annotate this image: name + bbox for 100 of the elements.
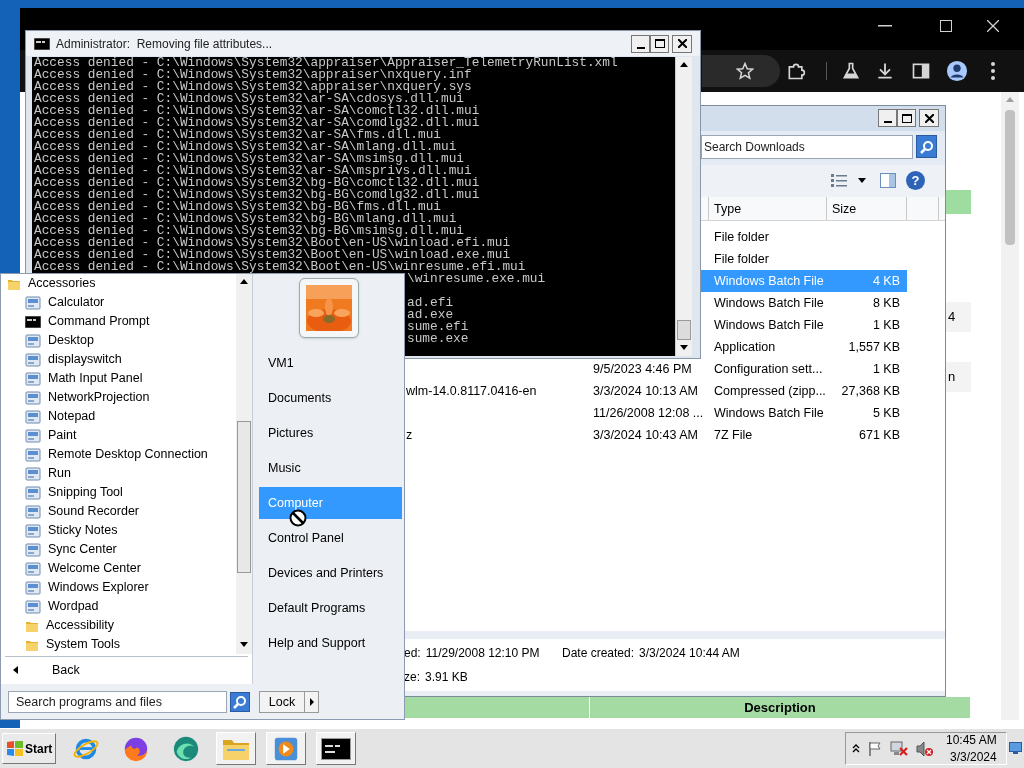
start-button[interactable]: Start <box>2 733 56 764</box>
view-list-icon[interactable] <box>831 174 847 187</box>
show-desktop-icon[interactable] <box>1009 742 1022 754</box>
menu-item[interactable]: Help and Support <box>259 627 402 659</box>
network-error-icon[interactable] <box>890 740 908 757</box>
search-field[interactable]: Search programs and files <box>8 690 227 713</box>
side-panel-icon[interactable] <box>911 61 931 81</box>
shutdown-options-button[interactable] <box>305 690 319 713</box>
column-header[interactable]: Type <box>709 197 827 220</box>
table-cell[interactable]: Application <box>701 336 827 358</box>
speaker-muted-icon[interactable] <box>916 740 934 757</box>
table-cell[interactable]: 5 KB <box>827 402 907 424</box>
table-cell[interactable]: Compressed (zipp... <box>701 380 827 402</box>
table-cell[interactable]: File folder <box>701 248 827 270</box>
menu-item[interactable]: Control Panel <box>259 522 402 554</box>
table-cell[interactable]: 11/26/2008 12:08 ... <box>591 402 701 424</box>
caret-icon[interactable] <box>858 178 866 183</box>
program-label[interactable]: Accessibility <box>46 616 115 635</box>
clock-date[interactable]: 3/3/2024 <box>950 748 997 766</box>
program-label[interactable]: Remote Desktop Connection <box>48 445 208 464</box>
table-cell[interactable]: 9/5/2023 4:46 PM <box>591 358 701 380</box>
table-cell[interactable]: 671 KB <box>827 424 907 446</box>
menu-item[interactable]: Devices and Printers <box>259 557 402 589</box>
program-label[interactable]: Notepad <box>48 407 96 426</box>
download-icon[interactable] <box>875 61 895 81</box>
maximize-icon[interactable] <box>940 20 952 32</box>
search-button[interactable] <box>230 691 250 712</box>
program-label[interactable]: Wordpad <box>48 597 99 616</box>
table-cell[interactable]: Windows Batch File <box>701 314 827 336</box>
program-label[interactable]: System Tools <box>46 635 121 654</box>
program-label[interactable]: Sync Center <box>48 540 117 559</box>
chevron-up-icon[interactable] <box>852 744 860 753</box>
table-cell[interactable]: File folder <box>701 226 827 248</box>
table-cell[interactable]: Windows Batch File <box>701 402 827 424</box>
flag-icon[interactable] <box>868 741 882 756</box>
help-button[interactable]: ? <box>906 171 925 190</box>
lock-button[interactable]: Lock <box>259 690 305 713</box>
minimize-button[interactable] <box>878 109 897 127</box>
menu-item[interactable]: Pictures <box>259 417 402 449</box>
scroll-up-arrow-icon[interactable] <box>240 279 248 284</box>
menu-item[interactable]: Music <box>259 452 402 484</box>
program-label[interactable]: Snipping Tool <box>48 483 123 502</box>
search-button[interactable] <box>916 135 937 158</box>
clock-time[interactable]: 10:45 AM <box>946 731 997 749</box>
menu-item[interactable]: Default Programs <box>259 592 402 624</box>
program-label[interactable]: Calculator <box>48 293 105 312</box>
close-button[interactable] <box>672 34 692 53</box>
column-header[interactable]: Size <box>827 197 907 220</box>
minimize-button[interactable] <box>631 34 650 53</box>
back-button[interactable]: Back <box>1 657 252 683</box>
program-label[interactable]: Windows Explorer <box>48 578 149 597</box>
scrollbar[interactable] <box>675 57 692 356</box>
program-label[interactable]: Sound Recorder <box>48 502 140 521</box>
table-cell[interactable]: 1 KB <box>827 314 907 336</box>
address-bar[interactable] <box>702 55 780 87</box>
table-cell[interactable]: 1 KB <box>827 358 907 380</box>
scroll-down-arrow-icon[interactable] <box>240 642 248 647</box>
scroll-down-arrow-icon[interactable] <box>680 345 688 350</box>
table-cell[interactable]: 8 KB <box>827 292 907 314</box>
preview-pane-icon[interactable] <box>880 173 896 188</box>
table-cell[interactable]: wlm-14.0.8117.0416-en <box>401 380 591 402</box>
scrollbar-thumb[interactable] <box>237 421 251 573</box>
scroll-up-arrow-icon[interactable] <box>680 62 688 67</box>
table-cell[interactable]: 7Z File <box>701 424 827 446</box>
scrollbar[interactable] <box>236 274 252 654</box>
scrollbar-thumb[interactable] <box>1005 110 1015 245</box>
search-field[interactable]: Search Downloads <box>701 135 913 159</box>
more-menu-icon[interactable] <box>990 61 996 81</box>
program-label[interactable]: Run <box>48 464 71 483</box>
star-icon[interactable] <box>736 62 754 80</box>
menu-item[interactable]: Documents <box>259 382 402 414</box>
table-cell[interactable]: Windows Batch File <box>701 292 827 314</box>
table-cell[interactable]: 3/3/2024 10:43 AM <box>591 424 701 446</box>
table-cell[interactable]: z <box>401 424 591 446</box>
scrollbar-thumb[interactable] <box>677 320 691 340</box>
table-cell[interactable]: 3/3/2024 10:13 AM <box>591 380 701 402</box>
puzzle-icon[interactable] <box>786 61 806 81</box>
table-cell[interactable]: Configuration sett... <box>701 358 827 380</box>
program-label[interactable]: Paint <box>48 426 77 445</box>
user-tile[interactable] <box>298 278 359 338</box>
minimize-icon[interactable] <box>878 25 892 27</box>
maximize-button[interactable] <box>650 34 669 53</box>
table-cell[interactable]: 27,368 KB <box>827 380 907 402</box>
program-label[interactable]: displayswitch <box>48 350 122 369</box>
scrollbar[interactable] <box>1001 92 1019 720</box>
close-icon[interactable] <box>987 20 999 32</box>
menu-item[interactable]: VM1 <box>259 347 402 379</box>
program-label[interactable]: Math Input Panel <box>48 369 143 388</box>
program-label[interactable]: Command Prompt <box>48 312 150 331</box>
profile-avatar-icon[interactable] <box>946 60 968 82</box>
flask-icon[interactable] <box>841 61 861 81</box>
program-label[interactable]: Welcome Center <box>48 559 141 578</box>
close-button[interactable] <box>919 109 939 127</box>
maximize-button[interactable] <box>897 109 916 127</box>
program-label[interactable]: NetworkProjection <box>48 388 150 407</box>
program-label[interactable]: Accessories <box>28 274 96 293</box>
taskbar-button[interactable] <box>316 732 356 765</box>
table-cell[interactable]: 1,557 KB <box>827 336 907 358</box>
program-label[interactable]: Sticky Notes <box>48 521 118 540</box>
program-label[interactable]: Desktop <box>48 331 94 350</box>
